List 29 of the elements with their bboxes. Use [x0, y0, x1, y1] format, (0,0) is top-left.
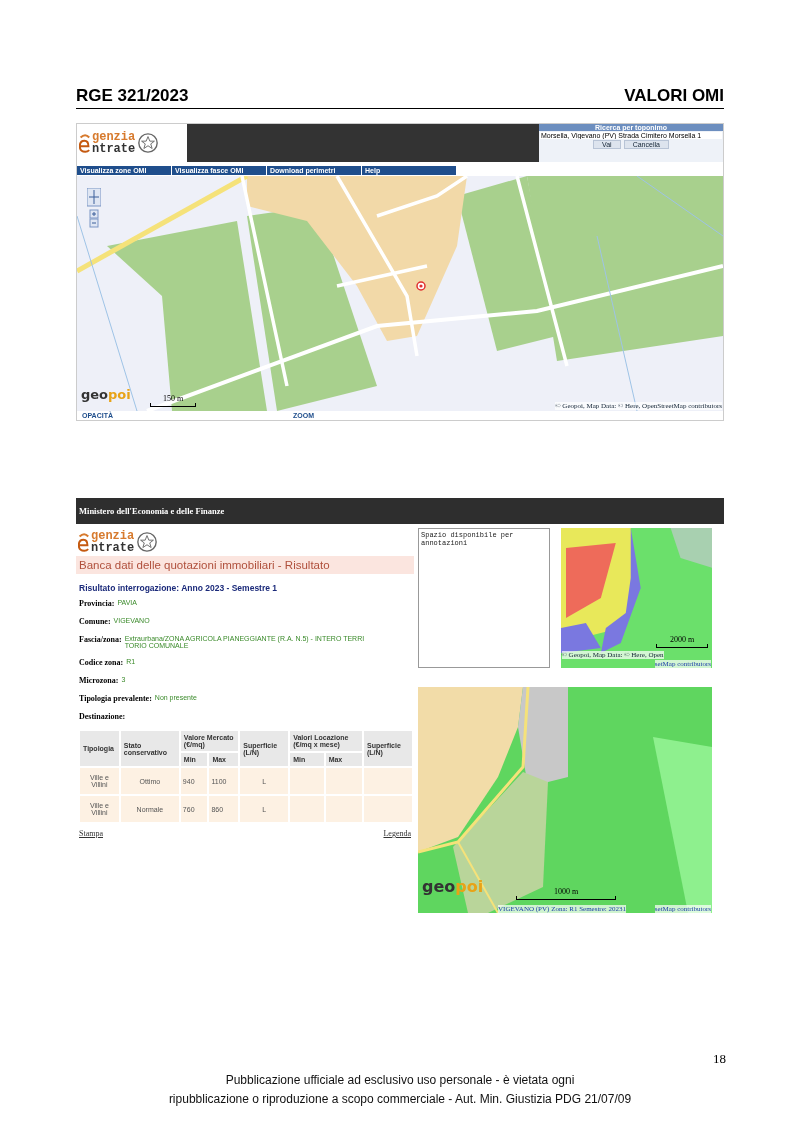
- table-cell: [364, 768, 412, 794]
- footer-text: Pubblicazione ufficiale ad esclusivo uso personale - è vietata ogni: [225, 1073, 575, 1087]
- field-label: Codice zona:: [79, 658, 124, 667]
- table-cell: [290, 768, 324, 794]
- field-label: Destinazione:: [79, 712, 126, 721]
- field-label: Provincia:: [79, 599, 115, 608]
- page-link[interactable]: Legenda: [383, 829, 411, 838]
- location-marker-icon: [416, 281, 426, 291]
- table-cell: [290, 796, 324, 822]
- table-cell: [325, 796, 362, 822]
- window-title: Ministero dell'Economia e delle Finanze: [76, 498, 724, 524]
- scale-bar: 1000 m: [516, 887, 616, 900]
- field-label: Fascia/zona:: [79, 635, 122, 644]
- table-cell: [325, 768, 362, 794]
- scale-bar: 2000 m: [656, 635, 708, 648]
- footer-text: ripubblicazione o riproduzione a scopo commerciale - Aut. Min. Giustizia PDG 21/07/09: [168, 1092, 632, 1106]
- field-label: Microzona:: [79, 676, 119, 685]
- document-reference: RGE 321/2023: [76, 86, 189, 106]
- table-cell: [364, 796, 412, 822]
- section-title: VALORI OMI: [624, 86, 724, 106]
- scale-bar: 150 m: [150, 394, 196, 407]
- pan-zoom-control-icon[interactable]: [87, 188, 101, 228]
- page-number: 18: [713, 1051, 726, 1067]
- page-heading: Banca dati delle quotazioni immobiliari - Risultato: [76, 556, 414, 574]
- result-subheading: Risultato interrogazione: Anno 2023 - Semestre 1: [79, 583, 279, 593]
- field-label: Tipologia prevalente:: [79, 694, 152, 703]
- field-label: Comune:: [79, 617, 111, 626]
- page-link[interactable]: Stampa: [79, 829, 103, 838]
- map-brand-logo: geopoi: [81, 387, 131, 402]
